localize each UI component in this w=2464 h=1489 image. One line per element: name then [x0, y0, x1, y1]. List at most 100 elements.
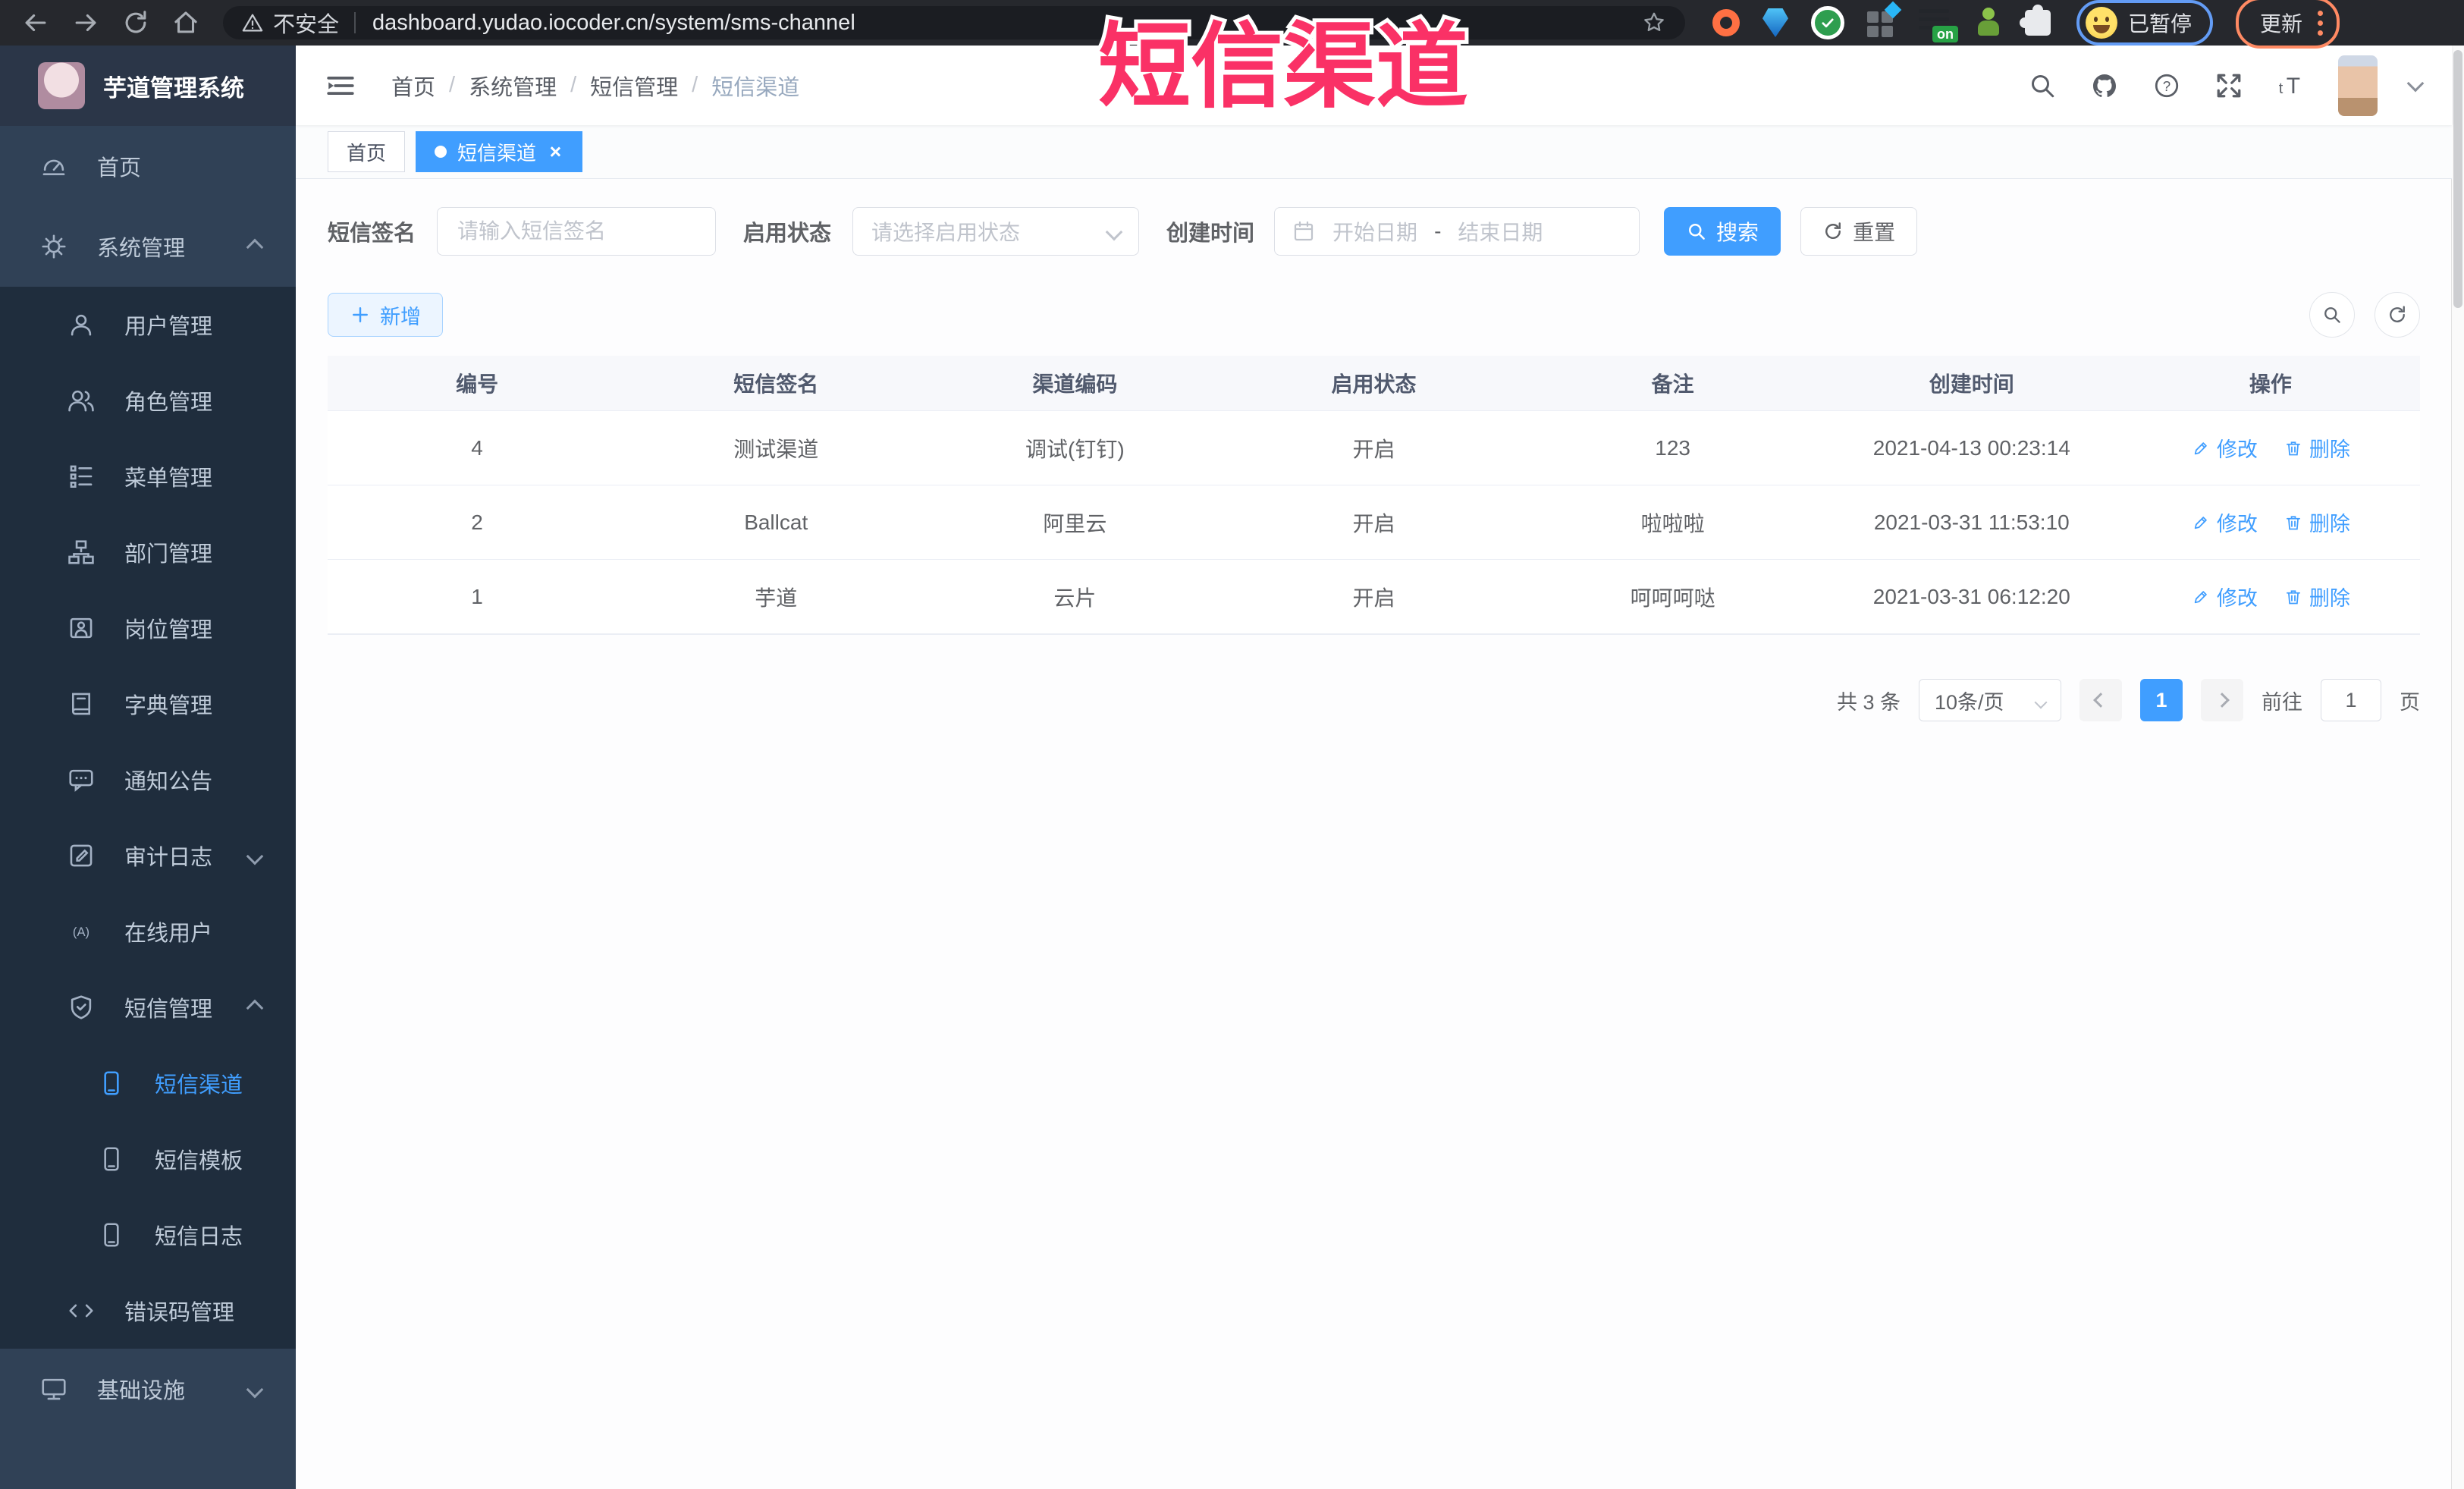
bookmark-star-icon[interactable] — [1641, 10, 1667, 36]
hamburger-icon[interactable] — [325, 72, 356, 99]
shield-check-icon — [71, 995, 92, 1019]
fullscreen-icon[interactable] — [2214, 71, 2244, 101]
delete-link[interactable]: 删除 — [2284, 582, 2350, 611]
extension-grid-icon[interactable] — [1867, 1, 1902, 37]
profile-avatar-emoji — [2086, 7, 2117, 39]
pencil-icon — [2194, 516, 2207, 529]
app-title: 芋道管理系统 — [103, 74, 244, 102]
edit-link[interactable]: 修改 — [2191, 507, 2258, 537]
sidebar-item-audit-log[interactable]: 审计日志 — [0, 818, 296, 894]
cell-created: 2021-03-31 11:53:10 — [1873, 510, 2070, 534]
cell-status: 开启 — [1352, 437, 1395, 461]
sidebar-item-label: 首页 — [97, 156, 142, 181]
extension-check-icon[interactable] — [1811, 6, 1844, 39]
toggle-search-button[interactable] — [2309, 292, 2355, 338]
breadcrumb-item[interactable]: 首页 — [391, 70, 435, 102]
pencil-icon — [2194, 441, 2207, 454]
home-icon[interactable] — [171, 8, 200, 37]
delete-label: 删除 — [2309, 513, 2350, 536]
add-button[interactable]: 新增 — [328, 293, 443, 337]
goto-page-input[interactable] — [2321, 679, 2381, 721]
page-size-select[interactable]: 10条/页 — [1919, 679, 2061, 721]
extension-list-icon[interactable]: on — [1919, 8, 1958, 42]
sidebar-item-roles[interactable]: 角色管理 — [0, 363, 296, 438]
next-page-button[interactable] — [2201, 679, 2243, 721]
font-size-icon[interactable]: tT — [2276, 71, 2306, 101]
delete-link[interactable]: 删除 — [2284, 433, 2350, 463]
chevron-down-icon — [2034, 689, 2048, 712]
sidebar-item-posts[interactable]: 岗位管理 — [0, 590, 296, 666]
close-icon[interactable] — [547, 143, 563, 160]
refresh-table-button[interactable] — [2375, 292, 2420, 338]
app-logo[interactable]: 芋道管理系统 — [0, 46, 296, 126]
sidebar-item-infrastructure[interactable]: 基础设施 — [0, 1349, 296, 1429]
edit-label: 修改 — [2216, 438, 2258, 461]
browser-menu-icon[interactable] — [2318, 10, 2324, 36]
users-icon — [68, 390, 94, 412]
extension-donut-icon[interactable] — [1712, 9, 1740, 36]
svg-text:t: t — [2279, 80, 2284, 97]
edit-link[interactable]: 修改 — [2191, 582, 2258, 611]
breadcrumb-item[interactable]: 短信管理 — [590, 70, 678, 102]
col-header: 短信签名 — [733, 372, 819, 396]
cell-signature: 测试渠道 — [733, 437, 819, 461]
github-icon[interactable] — [2089, 71, 2120, 101]
prev-page-button[interactable] — [2079, 679, 2122, 721]
cell-actions: 修改 删除 — [2121, 433, 2420, 463]
profile-status-label: 已暂停 — [2128, 12, 2192, 36]
edit-label: 修改 — [2216, 513, 2258, 536]
status-filter-label: 启用状态 — [743, 221, 832, 246]
user-avatar[interactable] — [2338, 55, 2378, 116]
sidebar-item-sms[interactable]: 短信管理 — [0, 969, 296, 1045]
sidebar-item-users[interactable]: 用户管理 — [0, 287, 296, 363]
sidebar-item-home[interactable]: 首页 — [0, 126, 296, 206]
scrollbar-thumb[interactable] — [2453, 50, 2462, 308]
tab-sms-channel[interactable]: 短信渠道 — [416, 131, 583, 172]
page-scrollbar[interactable] — [2451, 46, 2464, 1489]
back-icon[interactable] — [21, 8, 50, 37]
status-select-placeholder: 请选择启用状态 — [871, 221, 1021, 244]
delete-label: 删除 — [2309, 438, 2350, 461]
sidebar-item-dict[interactable]: 字典管理 — [0, 666, 296, 742]
col-header: 备注 — [1651, 372, 1694, 396]
breadcrumb-item[interactable]: 系统管理 — [469, 70, 557, 102]
sidebar-item-system[interactable]: 系统管理 — [0, 206, 296, 287]
sidebar-item-sms-log[interactable]: 短信日志 — [0, 1197, 296, 1273]
page-number-1[interactable]: 1 — [2140, 679, 2183, 721]
help-icon[interactable]: ? — [2152, 71, 2182, 101]
cell-signature: Ballcat — [744, 510, 808, 534]
address-bar[interactable]: 不安全 dashboard.yudao.iocoder.cn/system/sm… — [223, 6, 1685, 39]
sidebar-item-departments[interactable]: 部门管理 — [0, 514, 296, 590]
reload-icon[interactable] — [121, 8, 150, 37]
extension-person-icon[interactable] — [1975, 8, 2002, 38]
sidebar-item-notice[interactable]: 通知公告 — [0, 742, 296, 818]
sidebar-item-error-code[interactable]: 错误码管理 — [0, 1273, 296, 1349]
reset-button-label: 重置 — [1853, 221, 1896, 244]
tags-view-bar: 首页 短信渠道 — [296, 125, 2452, 179]
filter-form: 短信签名 启用状态 请选择启用状态 创建时间 开始日期 - 结束日期 搜索 — [328, 207, 2420, 256]
sidebar-item-sms-channel[interactable]: 短信渠道 — [0, 1045, 296, 1121]
sidebar-item-sms-template[interactable]: 短信模板 — [0, 1121, 296, 1197]
browser-update-button[interactable]: 更新 — [2236, 0, 2340, 49]
avatar-dropdown-icon[interactable] — [2406, 74, 2425, 93]
sidebar-item-online-users[interactable]: (A) 在线用户 — [0, 894, 296, 969]
cell-code: 云片 — [1053, 586, 1097, 610]
url-text[interactable]: dashboard.yudao.iocoder.cn/system/sms-ch… — [372, 11, 855, 36]
signature-input[interactable] — [456, 218, 698, 244]
date-range-picker[interactable]: 开始日期 - 结束日期 — [1274, 207, 1640, 256]
extensions-puzzle-icon[interactable] — [2020, 5, 2051, 36]
search-button[interactable]: 搜索 — [1664, 207, 1781, 256]
forward-icon[interactable] — [71, 8, 100, 37]
extension-gem-icon[interactable] — [1762, 8, 1788, 37]
edit-link[interactable]: 修改 — [2191, 433, 2258, 463]
reset-button[interactable]: 重置 — [1800, 207, 1918, 256]
search-icon[interactable] — [2027, 71, 2058, 101]
sidebar-item-label: 系统管理 — [97, 237, 186, 261]
sidebar-item-menus[interactable]: 菜单管理 — [0, 438, 296, 514]
browser-profile-button[interactable]: 已暂停 — [2076, 0, 2214, 46]
sidebar-item-label: 在线用户 — [124, 922, 213, 946]
delete-link[interactable]: 删除 — [2284, 507, 2350, 537]
status-select[interactable]: 请选择启用状态 — [852, 207, 1140, 256]
warning-icon — [242, 14, 263, 32]
tab-home[interactable]: 首页 — [328, 131, 406, 172]
